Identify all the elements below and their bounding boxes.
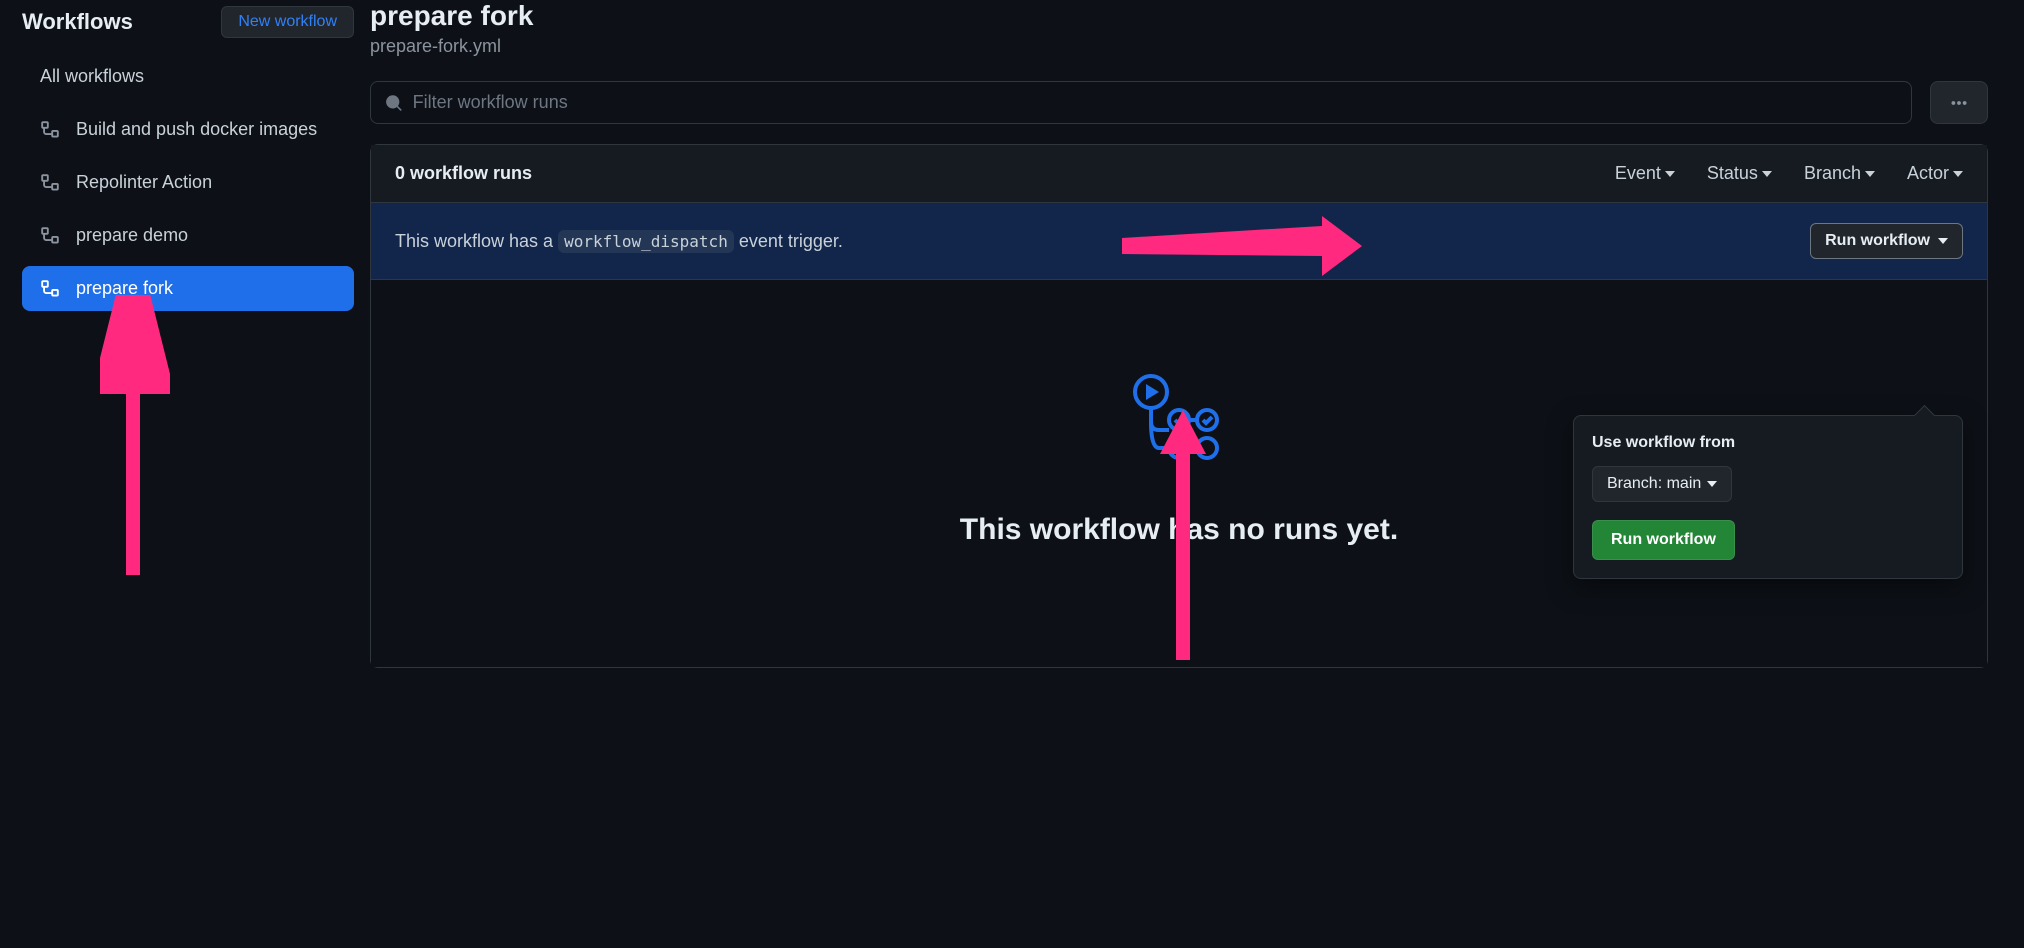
- sidebar-item-repolinter[interactable]: Repolinter Action: [22, 160, 354, 205]
- chevron-down-icon: [1938, 238, 1948, 244]
- annotation-arrow-sidebar: [100, 295, 170, 585]
- branch-selector-button[interactable]: Branch: main: [1592, 466, 1732, 502]
- run-workflow-dropdown-button[interactable]: Run workflow: [1810, 223, 1963, 259]
- sidebar-item-prepare-fork[interactable]: prepare fork: [22, 266, 354, 311]
- workflows-sidebar: Workflows New workflow All workflows Bui…: [0, 0, 370, 668]
- sidebar-all-workflows[interactable]: All workflows: [22, 54, 354, 99]
- run-workflow-popover: Use workflow from Branch: main Run workf…: [1573, 415, 1963, 579]
- chevron-down-icon: [1865, 171, 1875, 177]
- search-icon: [385, 94, 403, 112]
- chevron-down-icon: [1762, 171, 1772, 177]
- more-actions-button[interactable]: [1930, 81, 1988, 124]
- filter-runs-search[interactable]: [370, 81, 1912, 124]
- workflow-icon: [40, 120, 60, 140]
- sidebar-item-label: prepare demo: [76, 225, 188, 246]
- workflow-icon: [40, 173, 60, 193]
- kebab-icon: [1949, 93, 1969, 113]
- annotation-arrow-run-green: [1150, 410, 1220, 670]
- dispatch-code: workflow_dispatch: [558, 230, 734, 253]
- filter-branch[interactable]: Branch: [1804, 163, 1875, 184]
- sidebar-title: Workflows: [22, 9, 133, 35]
- run-workflow-submit-button[interactable]: Run workflow: [1592, 520, 1735, 560]
- filter-actor[interactable]: Actor: [1907, 163, 1963, 184]
- annotation-arrow-run-button: [1122, 216, 1362, 276]
- sidebar-all-label: All workflows: [40, 66, 144, 87]
- filter-event[interactable]: Event: [1615, 163, 1675, 184]
- workflow-icon: [40, 226, 60, 246]
- sidebar-item-prepare-demo[interactable]: prepare demo: [22, 213, 354, 258]
- sidebar-item-label: Build and push docker images: [76, 119, 317, 140]
- filter-status[interactable]: Status: [1707, 163, 1772, 184]
- chevron-down-icon: [1953, 171, 1963, 177]
- page-subtitle: prepare-fork.yml: [370, 36, 1988, 57]
- page-title: prepare fork: [370, 0, 1988, 32]
- chevron-down-icon: [1707, 481, 1717, 487]
- popover-heading: Use workflow from: [1592, 434, 1944, 452]
- dispatch-description: This workflow has a workflow_dispatch ev…: [395, 231, 843, 252]
- runs-count-label: 0 workflow runs: [395, 163, 532, 184]
- workflow-icon: [40, 279, 60, 299]
- sidebar-item-build-push[interactable]: Build and push docker images: [22, 107, 354, 152]
- new-workflow-button[interactable]: New workflow: [221, 6, 354, 38]
- chevron-down-icon: [1665, 171, 1675, 177]
- sidebar-item-label: Repolinter Action: [76, 172, 212, 193]
- filter-runs-input[interactable]: [413, 92, 1897, 113]
